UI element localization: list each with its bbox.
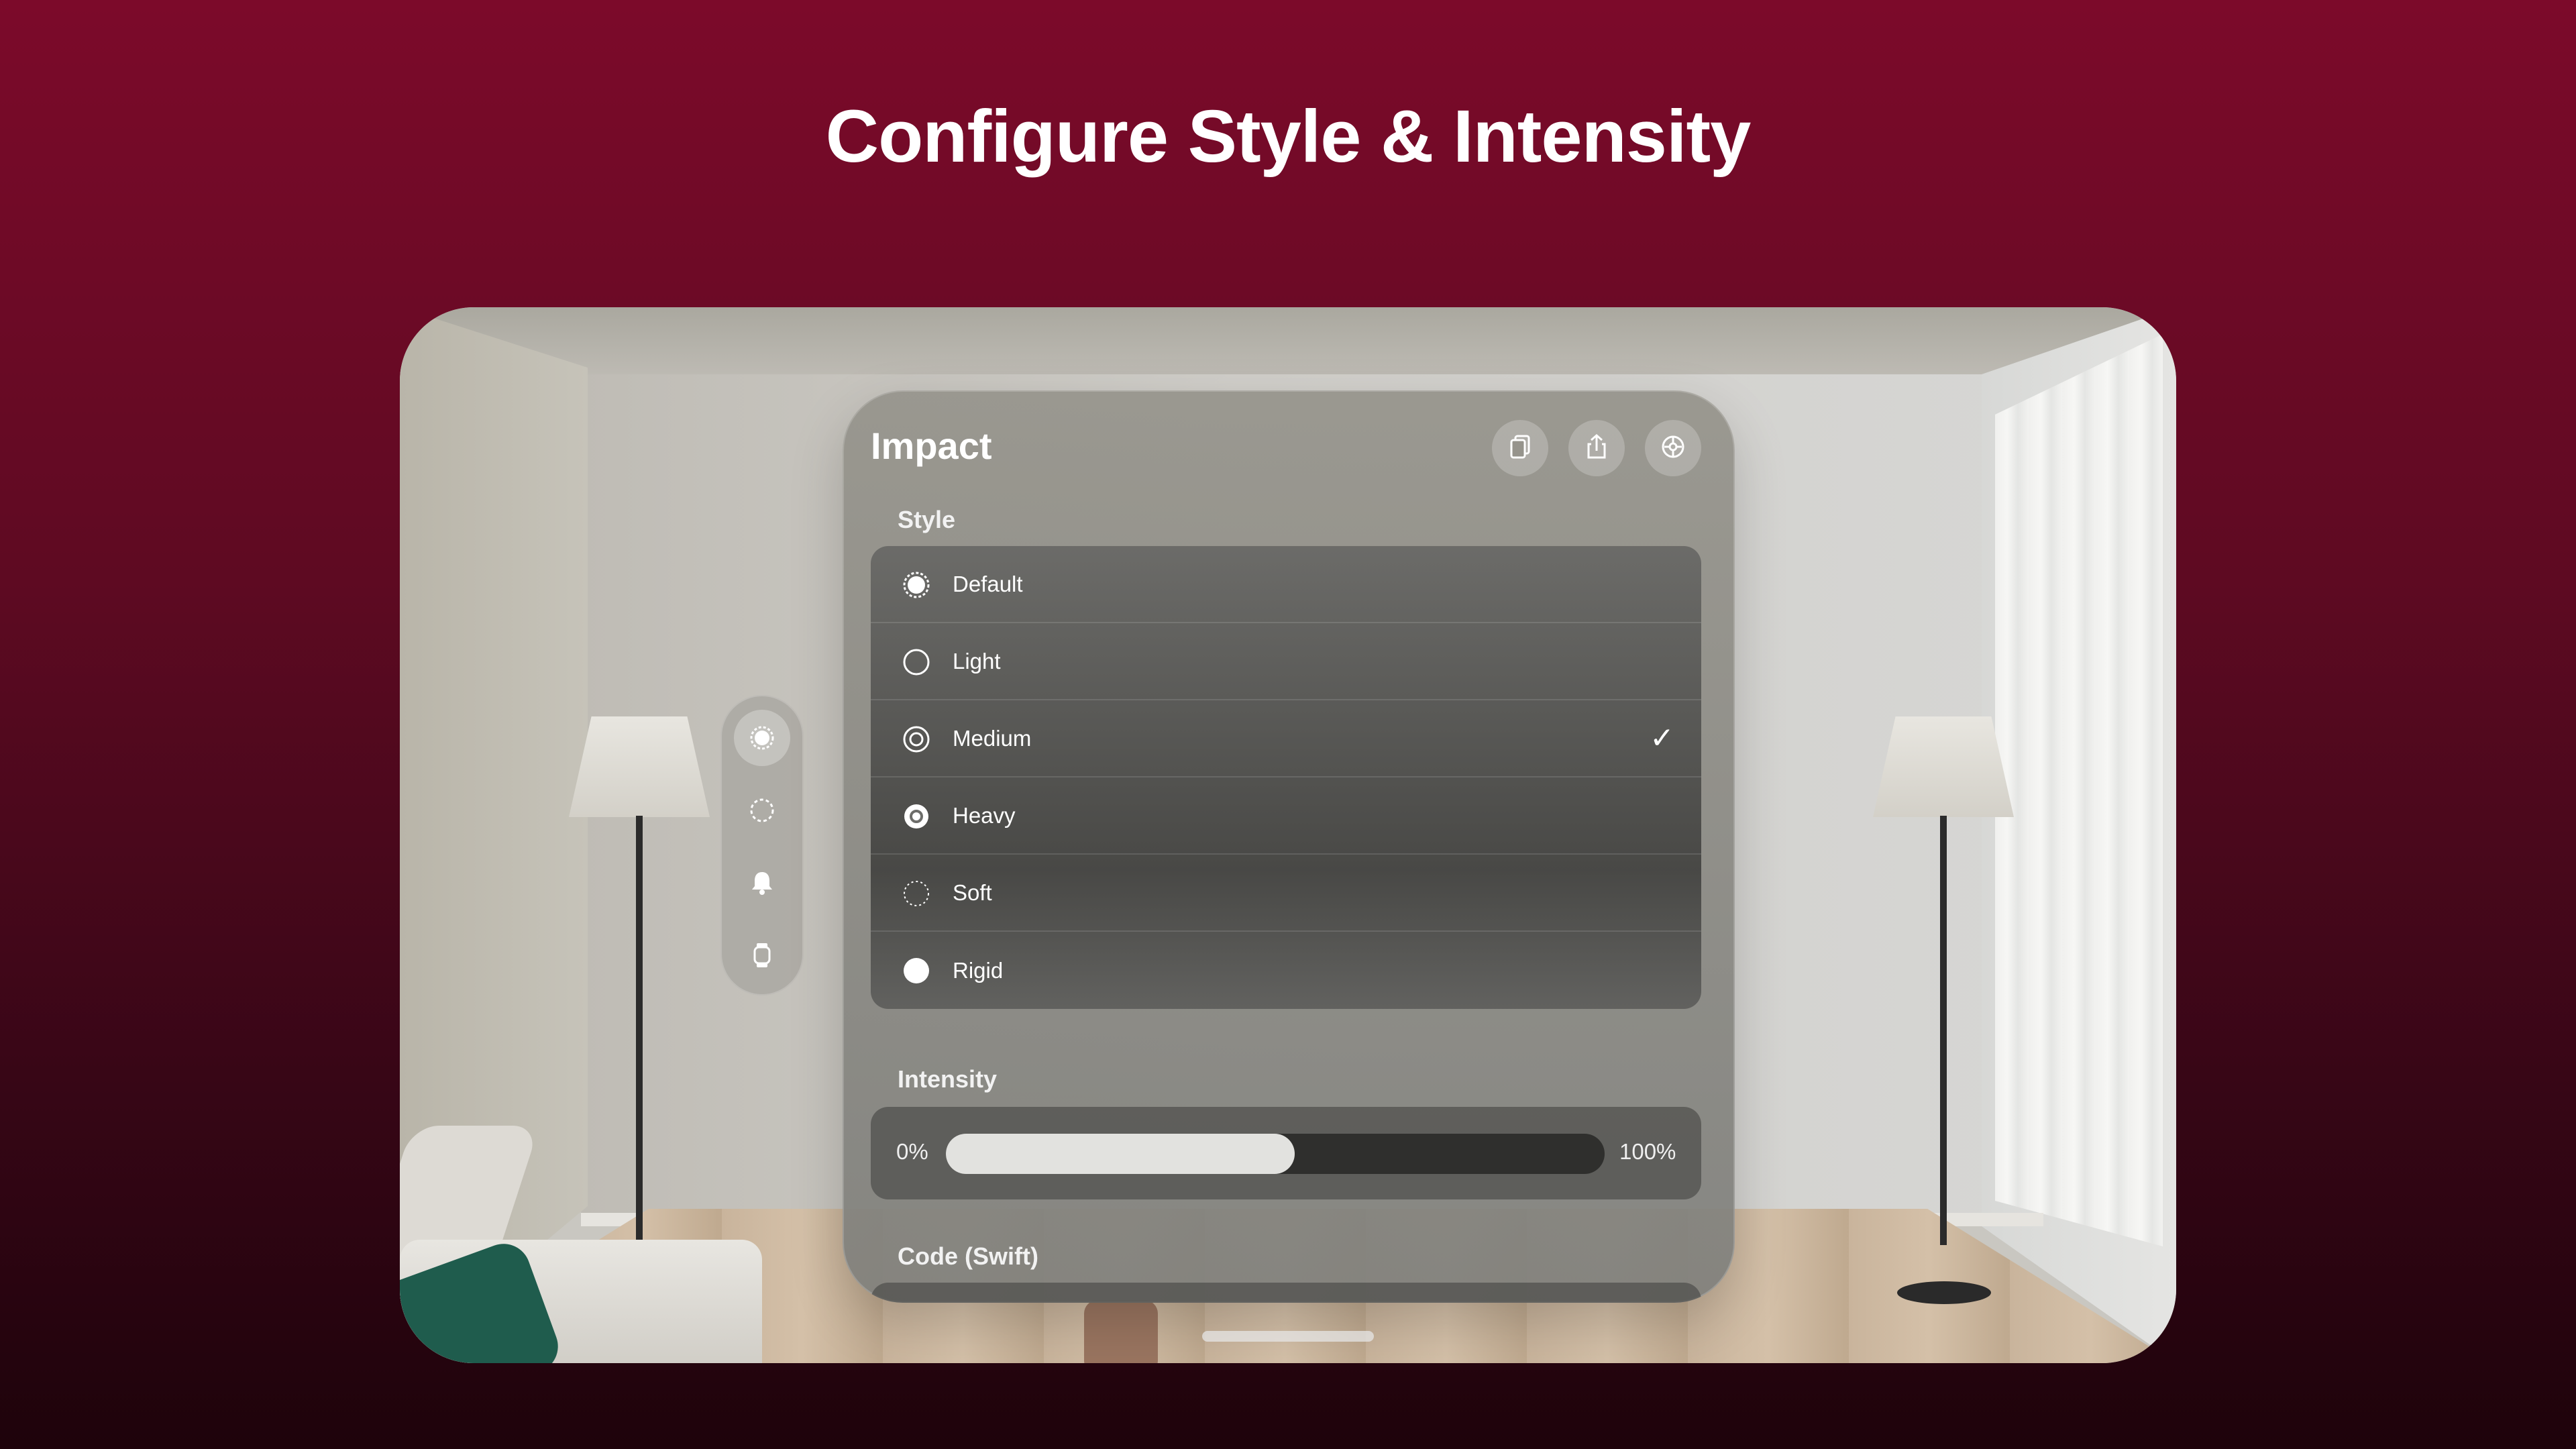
default-style-icon bbox=[902, 570, 931, 600]
style-option-heavy[interactable]: Heavy bbox=[871, 777, 1701, 855]
style-option-rigid[interactable]: Rigid bbox=[871, 932, 1701, 1009]
medium-style-icon bbox=[902, 724, 931, 754]
slider-max-label: 100% bbox=[1619, 1139, 1676, 1164]
slider-min-label: 0% bbox=[896, 1139, 928, 1164]
bell-icon[interactable] bbox=[734, 855, 790, 911]
style-section-label: Style bbox=[898, 506, 956, 533]
impact-icon[interactable] bbox=[734, 710, 790, 766]
style-option-soft[interactable]: Soft bbox=[871, 855, 1701, 932]
window-grabber[interactable] bbox=[1202, 1331, 1374, 1342]
copy-button[interactable] bbox=[1492, 420, 1548, 476]
style-list: Default Light Medium ✓ Heavy Soft Rigid bbox=[871, 546, 1701, 1009]
style-option-label: Default bbox=[953, 571, 1023, 596]
intensity-slider[interactable] bbox=[946, 1134, 1605, 1174]
settings-icon bbox=[1658, 432, 1688, 465]
panel-title: Impact bbox=[871, 425, 992, 467]
intensity-section-label: Intensity bbox=[898, 1065, 998, 1093]
intensity-slider-fill bbox=[946, 1134, 1295, 1174]
style-option-label: Light bbox=[953, 648, 1001, 674]
vision-window: Impact Style Default Light Medium ✓ Heav… bbox=[400, 307, 2176, 1363]
page-headline: Configure Style & Intensity bbox=[825, 95, 1752, 178]
style-option-medium[interactable]: Medium ✓ bbox=[871, 700, 1701, 777]
side-toolbar bbox=[720, 695, 804, 996]
share-button[interactable] bbox=[1568, 420, 1625, 476]
copy-icon bbox=[1505, 432, 1535, 465]
soft-style-icon bbox=[902, 879, 931, 908]
share-icon bbox=[1582, 432, 1611, 465]
style-option-label: Rigid bbox=[953, 957, 1004, 983]
checkmark-icon: ✓ bbox=[1650, 722, 1674, 755]
style-option-light[interactable]: Light bbox=[871, 623, 1701, 700]
style-option-label: Soft bbox=[953, 879, 992, 905]
rigid-style-icon bbox=[902, 956, 931, 985]
impact-panel: Impact Style Default Light Medium ✓ Heav… bbox=[843, 390, 1735, 1303]
style-option-label: Medium bbox=[953, 725, 1032, 751]
watch-icon[interactable] bbox=[734, 927, 790, 983]
style-option-default[interactable]: Default bbox=[871, 546, 1701, 623]
style-option-label: Heavy bbox=[953, 802, 1016, 828]
intensity-slider-container: 0% 100% bbox=[871, 1107, 1701, 1199]
heavy-style-icon bbox=[902, 802, 931, 831]
floor-lamp-right bbox=[1873, 716, 2014, 817]
code-section-label: Code (Swift) bbox=[898, 1242, 1038, 1270]
floor-lamp-left bbox=[569, 716, 710, 817]
selection-icon[interactable] bbox=[734, 782, 790, 839]
settings-button[interactable] bbox=[1645, 420, 1701, 476]
plant-pot bbox=[1084, 1300, 1158, 1363]
code-block bbox=[871, 1283, 1701, 1303]
light-style-icon bbox=[902, 647, 931, 677]
